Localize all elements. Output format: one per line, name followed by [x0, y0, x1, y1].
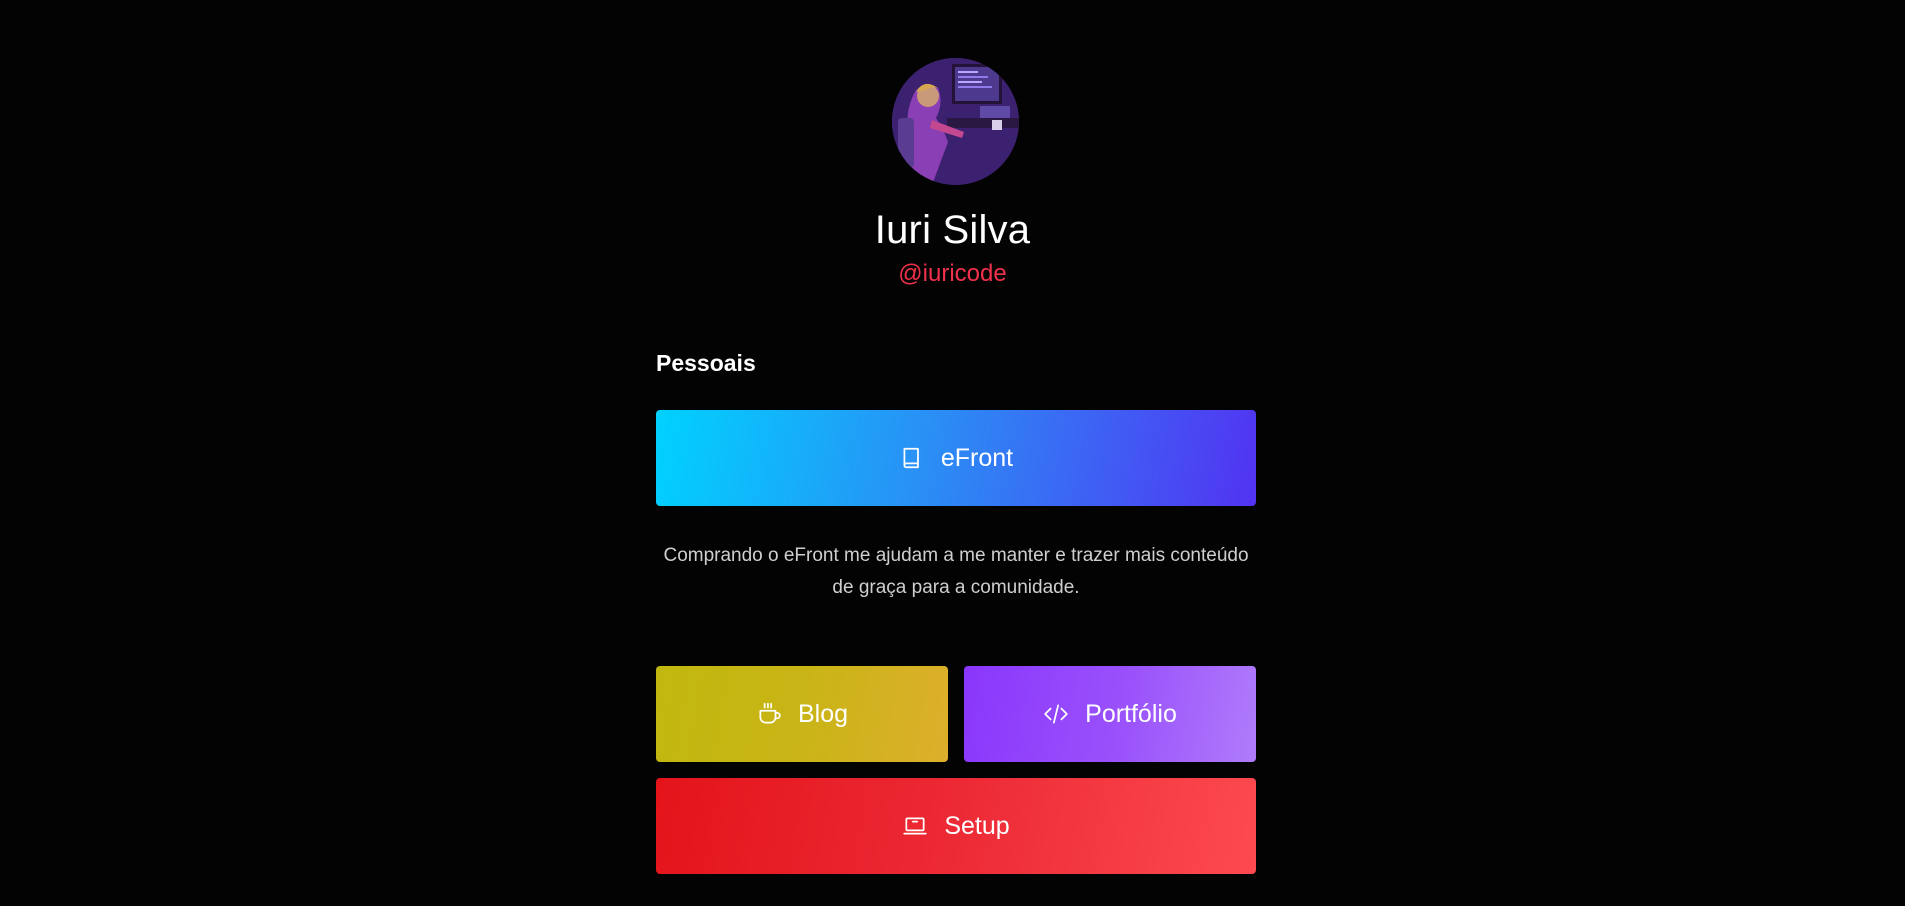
efront-button-label: eFront — [940, 443, 1014, 472]
profile-name: Iuri Silva — [874, 208, 1031, 252]
setup-button-label: Setup — [944, 811, 1010, 840]
coffee-cup-icon — [756, 701, 782, 727]
book-icon — [899, 445, 925, 471]
support-note: Comprando o eFront me ajudam a me manter… — [663, 545, 1249, 598]
blog-button-label: Blog — [797, 699, 849, 728]
avatar — [892, 58, 1019, 185]
efront-button[interactable]: eFront — [656, 410, 1256, 506]
profile-handle: @iuricode — [898, 260, 1007, 287]
portfolio-button[interactable]: Portfólio — [964, 666, 1256, 762]
portfolio-button-label: Portfólio — [1085, 699, 1177, 728]
section-title-personal: Pessoais — [656, 350, 756, 376]
linktree-page: Iuri Silva @iuricode Pessoais eFront Com… — [0, 0, 1905, 906]
avatar-illustration — [892, 58, 1019, 185]
setup-button[interactable]: Setup — [656, 778, 1256, 874]
code-icon — [1043, 701, 1069, 727]
laptop-icon — [902, 813, 928, 839]
blog-button[interactable]: Blog — [656, 666, 948, 762]
